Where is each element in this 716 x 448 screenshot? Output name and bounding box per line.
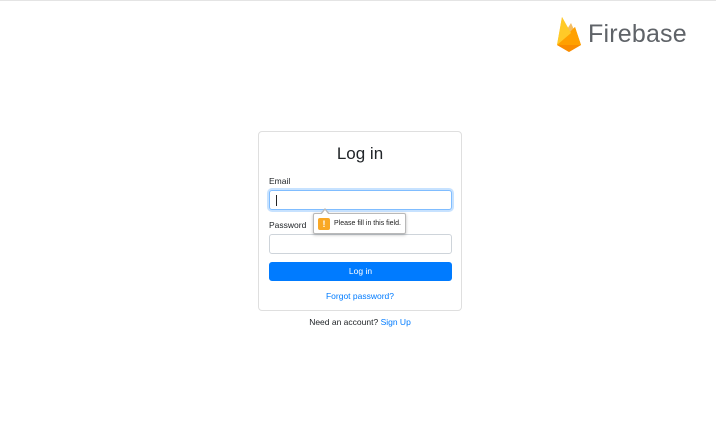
signup-prompt: Need an account? Sign Up: [258, 317, 462, 327]
email-field[interactable]: [269, 190, 452, 210]
page-title: Log in: [336, 144, 384, 163]
top-border: [0, 0, 716, 1]
validation-message: Please fill in this field.: [334, 220, 401, 227]
forgot-password-link[interactable]: Forgot password?: [259, 291, 461, 301]
warning-icon: !: [318, 217, 330, 230]
login-button[interactable]: Log in: [269, 262, 452, 281]
validation-tooltip: ! Please fill in this field.: [313, 208, 406, 234]
firebase-logo: Firebase: [555, 15, 687, 53]
email-label: Email: [269, 176, 291, 186]
brand-name: Firebase: [588, 19, 687, 48]
password-field[interactable]: [269, 234, 452, 254]
signup-link[interactable]: Sign Up: [381, 317, 411, 327]
signup-prompt-text: Need an account?: [309, 317, 379, 327]
firebase-flame-icon: [557, 17, 581, 52]
text-caret: [276, 195, 277, 206]
password-label: Password: [269, 220, 307, 230]
